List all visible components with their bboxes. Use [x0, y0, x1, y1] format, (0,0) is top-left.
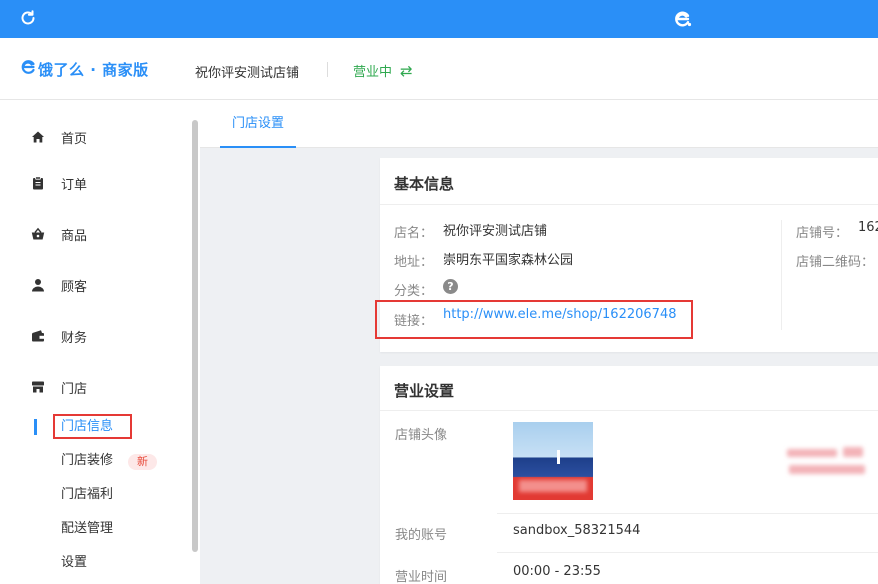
- refresh-icon[interactable]: [19, 9, 39, 29]
- card-divider: [380, 410, 878, 411]
- wallet-icon: [30, 328, 46, 344]
- tab-store-settings[interactable]: 门店设置: [220, 100, 296, 148]
- avatar-blur: [519, 480, 587, 492]
- column-divider: [781, 220, 782, 330]
- row-divider: [497, 552, 878, 553]
- sidebar-item-label: 首页: [61, 131, 88, 147]
- shop-number-value: 162: [858, 220, 878, 235]
- tab-bar: 门店设置: [200, 100, 878, 148]
- business-status-text: 营业中: [353, 65, 393, 80]
- card-divider: [380, 204, 878, 205]
- basic-info-title: 基本信息: [394, 175, 455, 193]
- address-value: 崇明东平国家森林公园: [443, 253, 574, 268]
- basket-icon: [30, 226, 46, 242]
- shop-name-label: 店名：: [394, 226, 434, 241]
- sidebar-item-label: 顾客: [61, 279, 88, 295]
- brand-text: 饿了么 · 商家版: [38, 60, 149, 79]
- app-header: 饿了么 · 商家版 祝你评安测试店铺 营业中 ⇄: [0, 38, 878, 100]
- account-label: 我的账号: [395, 528, 448, 543]
- sidebar-item-label: 商品: [61, 228, 88, 244]
- account-value: sandbox_58321544: [513, 523, 641, 538]
- qr-code-label: 店铺二维码：: [796, 255, 875, 270]
- sidebar-subitem-delivery[interactable]: 配送管理: [61, 519, 113, 539]
- blurred-content: [785, 445, 878, 481]
- row-divider: [497, 513, 878, 514]
- store-icon: [30, 379, 46, 395]
- help-icon[interactable]: ?: [443, 279, 458, 294]
- shop-number-label: 店铺号：: [796, 226, 849, 241]
- shop-avatar-label: 店铺头像: [395, 428, 448, 443]
- sidebar-item-finance[interactable]: 财务: [30, 326, 87, 346]
- business-status-toggle[interactable]: 营业中 ⇄: [353, 61, 413, 81]
- sidebar-item-customers[interactable]: 顾客: [30, 275, 87, 295]
- sidebar-subitem-settings[interactable]: 设置: [61, 553, 87, 573]
- sidebar-item-label: 订单: [61, 177, 88, 193]
- user-icon: [30, 277, 46, 293]
- avatar-detail: [557, 450, 560, 464]
- swap-icon: ⇄: [400, 61, 413, 80]
- sidebar-item-orders[interactable]: 订单: [30, 173, 87, 193]
- shop-name-value: 祝你评安测试店铺: [443, 224, 548, 239]
- shop-avatar-image[interactable]: [513, 422, 593, 500]
- sidebar-item-home[interactable]: 首页: [30, 127, 87, 147]
- home-icon: [30, 129, 46, 145]
- business-hours-label: 营业时间: [395, 570, 448, 584]
- sidebar-subitem-store-welfare[interactable]: 门店福利: [61, 485, 113, 505]
- clipboard-icon: [30, 175, 46, 191]
- sidebar-item-label: 门店: [61, 381, 88, 397]
- address-label: 地址：: [394, 255, 434, 270]
- business-settings-title: 营业设置: [394, 382, 455, 400]
- sidebar-item-label: 财务: [61, 330, 88, 346]
- active-indicator: [34, 419, 37, 435]
- highlight-box-link: [375, 300, 693, 339]
- eleme-logo-icon: [671, 8, 693, 30]
- category-label: 分类：: [394, 284, 434, 299]
- brand-logo[interactable]: 饿了么 · 商家版: [20, 58, 149, 80]
- business-hours-value: 00:00 - 23:55: [513, 564, 601, 579]
- header-divider: [327, 62, 328, 77]
- sidebar-subitem-store-decoration[interactable]: 门店装修: [61, 451, 113, 471]
- new-badge: 新: [128, 454, 157, 470]
- sidebar-scrollbar[interactable]: [192, 120, 198, 552]
- sidebar-item-products[interactable]: 商品: [30, 224, 87, 244]
- sidebar-item-store[interactable]: 门店: [30, 377, 87, 397]
- top-bar: [0, 0, 878, 38]
- header-shop-name: 祝你评安测试店铺: [195, 66, 300, 81]
- eleme-brand-icon: [20, 59, 36, 79]
- highlight-box-store-info: [53, 414, 132, 439]
